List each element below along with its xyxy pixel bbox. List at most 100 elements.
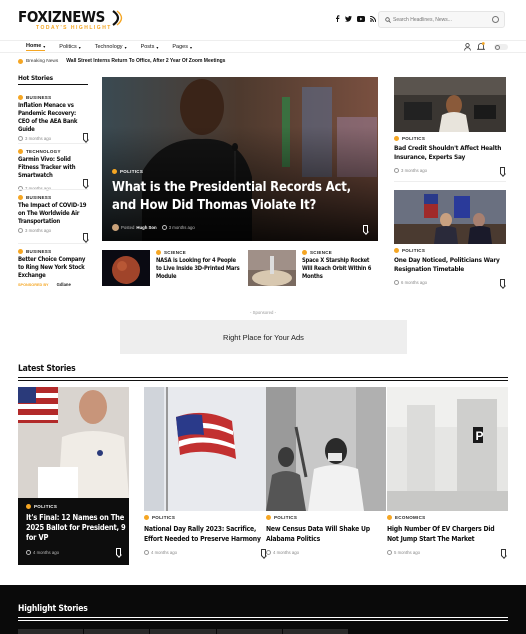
chevron-down-icon: ▾ [43,43,46,49]
facebook-icon[interactable] [335,15,340,22]
twitter-icon[interactable] [345,15,352,22]
story-title[interactable]: The Impact of COVID-19 on The Worldwide … [18,202,88,226]
featured-title[interactable]: What is the Presidential Records Act, an… [112,179,362,215]
mars-thumbnail [102,250,150,286]
clock-icon [18,136,23,141]
bookmark-icon[interactable] [83,233,88,240]
highlight-tab[interactable] [282,629,349,634]
bookmark-icon[interactable] [83,179,88,186]
sponsor-logo[interactable]: Gdlane [57,282,71,287]
category-dot-icon [302,250,307,255]
story-title[interactable]: Garmin Vivo: Solid Fitness Tracker with … [18,156,88,180]
bell-icon[interactable] [477,42,485,51]
chevron-down-icon: ▾ [189,44,192,50]
section-heading: Hot Stories [18,74,88,85]
divider [394,181,506,182]
right-story-card[interactable]: POLITICS Bad Credit Shouldn't Affect Hea… [394,77,506,177]
youtube-icon[interactable] [357,15,365,22]
story-title[interactable]: High Number Of EV Chargers Did Not Jump … [387,524,508,544]
section-heading: Latest Stories [18,364,76,374]
bookmark-icon[interactable] [501,549,506,556]
latest-card[interactable]: POLITICS National Day Rally 2023: Sacrif… [144,387,266,567]
user-icon[interactable] [464,43,471,51]
bookmark-icon[interactable] [261,549,266,556]
story-title[interactable]: It's Final: 12 Names on The 2025 Ballot … [26,513,126,543]
story-image [394,77,506,132]
category-dot-icon [26,504,31,509]
clock-icon [394,168,399,173]
nav-politics[interactable]: Politics ▾ [59,43,80,51]
rss-icon[interactable] [370,15,376,22]
sub-featured-item[interactable]: SCIENCE Space X Starship Rocket Will Rea… [248,250,378,290]
rocket-thumbnail [248,250,296,286]
list-item[interactable]: BUSINESS Inflation Menace vs Pandemic Re… [18,95,88,141]
story-title[interactable]: Space X Starship Rocket Will Reach Orbit… [302,257,378,281]
latest-card[interactable]: POLITICS New Census Data Will Shake Up A… [261,387,386,567]
chevron-down-icon: ▾ [78,44,81,50]
latest-card[interactable]: POLITICS It's Final: 12 Names on The 202… [18,387,129,565]
clock-icon [144,550,149,555]
highlight-tab[interactable] [84,629,150,634]
live-dot-icon [18,58,23,64]
nav-home[interactable]: Home ▾ [26,43,46,51]
sponsored-label: SPONSORED BY [18,282,49,287]
category-dot-icon [18,195,23,200]
story-title[interactable]: Better Choice Company to Ring New York S… [18,256,88,280]
story-title[interactable]: National Day Rally 2023: Sacrifice, Effo… [144,524,264,544]
search-box[interactable] [378,11,505,28]
category-dot-icon [112,169,117,174]
nav-posts[interactable]: Posts ▾ [141,43,159,51]
featured-category[interactable]: POLITICS [120,169,143,174]
dark-mode-toggle[interactable] [494,44,508,50]
bookmark-icon[interactable] [500,167,505,174]
sun-icon [495,44,500,50]
site-logo[interactable]: FOXIZNEWS TODAY'S HIGHLIGHT [18,8,128,34]
author-name[interactable]: Hugh Son [136,225,156,230]
clock-icon [161,225,167,230]
story-title[interactable]: One Day Noticed, Politicians Wary Resign… [394,256,506,274]
featured-card[interactable]: POLITICS What is the Presidential Record… [102,77,378,241]
latest-card[interactable]: P ECONOMICS High Number Of EV Chargers D… [387,387,508,567]
story-title[interactable]: Inflation Menace vs Pandemic Recovery: C… [18,102,88,134]
category-dot-icon [18,95,23,100]
bookmark-icon[interactable] [500,279,505,286]
category-dot-icon [266,515,271,520]
main-nav: Home ▾ Politics ▾ Technology ▾ Posts ▾ Pages… [0,40,526,53]
nav-pages[interactable]: Pages ▾ [172,43,192,51]
clock-icon [387,550,392,555]
list-item[interactable]: BUSINESS Better Choice Company to Ring N… [18,249,88,287]
search-submit-icon[interactable] [492,16,499,23]
category-dot-icon [144,515,149,520]
bookmark-icon[interactable] [83,133,88,140]
highlight-tab[interactable] [216,629,282,634]
story-image [144,387,266,511]
clock-icon [18,228,23,233]
story-title[interactable]: New Census Data Will Shake Up Alabama Po… [266,524,386,544]
sub-featured-item[interactable]: SCIENCE NASA is Looking for 4 People to … [102,250,242,290]
clock-icon [266,550,271,555]
divider [18,143,88,144]
ad-banner[interactable]: Right Place for Your Ads [120,320,407,354]
clock-icon [26,550,31,555]
category-dot-icon [394,136,399,141]
story-title[interactable]: Bad Credit Shouldn't Affect Health Insur… [394,144,506,162]
list-item[interactable]: BUSINESS The Impact of COVID-19 on The W… [18,195,88,240]
ticker-label: Breaking News [26,58,59,64]
nav-technology[interactable]: Technology ▾ [95,43,127,51]
ad-text: Right Place for Your Ads [223,332,304,342]
story-title[interactable]: NASA is Looking for 4 People to Live Ins… [156,257,242,281]
highlight-tab[interactable] [150,629,216,634]
divider [18,243,88,244]
highlight-tab[interactable] [18,629,84,634]
category-dot-icon [387,515,392,520]
search-input[interactable] [393,15,488,25]
bookmark-icon[interactable] [363,225,368,232]
bookmark-icon[interactable] [116,548,121,555]
breaking-news-ticker: Breaking News Wall Street Interns Return… [18,56,508,66]
featured-image [102,77,378,241]
right-story-card[interactable]: POLITICS One Day Noticed, Politicians Wa… [394,190,506,290]
list-item[interactable]: TECHNOLOGY Garmin Vivo: Solid Fitness Tr… [18,149,88,191]
ticker-headline[interactable]: Wall Street Interns Return To Office, Af… [66,58,225,64]
sponsored-label: - Sponsored - [249,310,277,315]
logo-main: FOXIZNEWS [18,8,105,26]
